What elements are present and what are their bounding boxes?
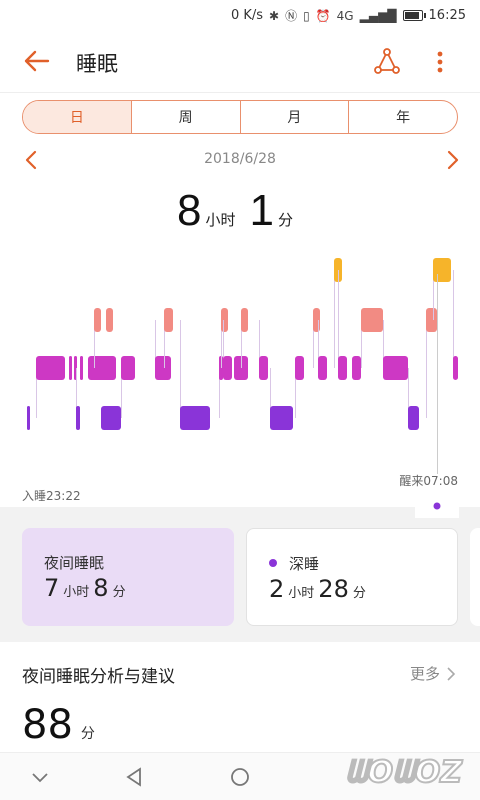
signal-icon: ▂▄▆█ [359, 8, 397, 23]
wake-time-label: 醒来07:08 [399, 474, 458, 488]
sleep-segment-light [120, 356, 136, 380]
stage-transition-line [453, 270, 455, 368]
status-right: 0 K/s ✱ Ⓝ ▯ ⏰ 4G ▂▄▆█ 16:25 [231, 7, 466, 24]
deep-sleep-value: 2 小时 28 分 [269, 575, 366, 603]
sleep-segment-light [87, 356, 116, 380]
nav-back-icon[interactable] [122, 765, 146, 789]
total-minutes-unit: 分 [277, 211, 293, 229]
tab-week[interactable]: 周 [132, 101, 241, 133]
nfc-icon: Ⓝ [285, 9, 298, 23]
total-minutes: 1 [249, 186, 274, 235]
sleep-segment-rem [220, 308, 228, 332]
vibrate-icon: ▯ [303, 8, 310, 23]
sleep-segment-light [317, 356, 327, 380]
wake-marker-line [437, 274, 438, 474]
share-nodes-icon[interactable] [370, 45, 404, 79]
sleep-segment-deep [26, 406, 30, 430]
period-tabs: 日 周 月 年 [22, 100, 458, 134]
sleep-segment-deep [270, 406, 294, 430]
watermark-logo: ᗯOᗯOZ [345, 754, 464, 791]
tab-year[interactable]: 年 [349, 101, 457, 133]
clock: 16:25 [428, 8, 466, 23]
sleep-segment-light [80, 356, 84, 380]
sleep-segment-rem [360, 308, 384, 332]
night-sleep-minutes: 8 [93, 574, 109, 602]
next-card-peek[interactable] [470, 528, 480, 626]
sleep-segment-light [351, 356, 361, 380]
sleep-segment-deep [76, 406, 80, 430]
bluetooth-icon: ✱ [269, 8, 280, 23]
sleep-segment-light [155, 356, 171, 380]
chart-pointer[interactable] [415, 490, 459, 518]
status-bar: 0 K/s ✱ Ⓝ ▯ ⏰ 4G ▂▄▆█ 16:25 [0, 0, 480, 32]
sleep-segment-deep [408, 406, 420, 430]
system-nav-bar: ᗯOᗯOZ [0, 752, 480, 800]
network-speed: 0 K/s [230, 8, 264, 23]
score-value: 88 [22, 702, 73, 748]
more-link-label: 更多 [409, 665, 440, 683]
night-sleep-value: 7 小时 8 分 [44, 574, 126, 602]
sleep-score: 88 分 [22, 702, 95, 748]
sleep-stage-chart[interactable] [20, 252, 460, 448]
sleep-segment-deep [180, 406, 210, 430]
deep-sleep-hours: 2 [269, 575, 285, 603]
score-unit: 分 [80, 726, 95, 742]
sleep-segment-rem [105, 308, 113, 332]
sleep-app-screen: 0 K/s ✱ Ⓝ ▯ ⏰ 4G ▂▄▆█ 16:25 睡眠 日 周 月 年 2… [0, 0, 480, 800]
total-hours-unit: 小时 [205, 211, 236, 229]
sleep-segment-light [259, 356, 269, 380]
sleep-segment-light [295, 356, 305, 380]
sleep-segment-light [223, 356, 233, 380]
night-sleep-minutes-unit: 分 [112, 585, 126, 600]
sleep-segment-light [453, 356, 458, 380]
total-sleep: 8 小时 1 分 [0, 186, 480, 236]
night-sleep-hours-unit: 小时 [63, 585, 90, 600]
battery-icon [402, 10, 426, 21]
signal-type: 4G [336, 8, 354, 23]
tab-month[interactable]: 月 [241, 101, 350, 133]
sleep-segment-rem [241, 308, 248, 332]
sleep-segment-light [338, 356, 348, 380]
sleep-segment-deep [101, 406, 121, 430]
app-header: 睡眠 [0, 32, 480, 90]
page-title: 睡眠 [76, 52, 118, 76]
sleep-segment-awake [432, 258, 451, 282]
night-sleep-card[interactable]: 夜间睡眠 7 小时 8 分 [22, 528, 234, 626]
night-sleep-title: 夜间睡眠 [44, 554, 105, 572]
sleep-segment-rem [94, 308, 102, 332]
more-vertical-icon[interactable] [426, 46, 454, 78]
chevron-right-icon[interactable] [440, 148, 464, 172]
analysis-title: 夜间睡眠分析与建议 [22, 667, 175, 687]
stage-transition-line [338, 270, 340, 368]
nav-home-icon[interactable] [228, 765, 252, 789]
svg-text:ᗯOᗯOZ: ᗯOᗯOZ [346, 755, 463, 790]
deep-sleep-minutes-unit: 分 [352, 586, 366, 601]
sleep-segment-light [383, 356, 409, 380]
night-sleep-hours: 7 [44, 574, 60, 602]
sleep-segment-light [68, 356, 72, 380]
deep-sleep-hours-unit: 小时 [288, 586, 315, 601]
alarm-icon: ⏰ [315, 8, 331, 23]
deep-sleep-minutes: 28 [318, 575, 349, 603]
current-date: 2018/6/28 [204, 151, 276, 167]
sleep-start-label: 入睡23:22 [22, 489, 81, 503]
stage-transition-line [333, 270, 335, 368]
nav-hide-icon[interactable] [28, 765, 52, 789]
chevron-right-small-icon [447, 666, 456, 681]
sleep-segment-light [35, 356, 65, 380]
deep-sleep-dot [269, 559, 277, 567]
sleep-segment-rem [313, 308, 321, 332]
sleep-segment-rem [164, 308, 174, 332]
header-divider [0, 92, 480, 93]
stage-transition-line [426, 320, 428, 418]
total-hours: 8 [177, 186, 202, 235]
sleep-segment-rem [426, 308, 438, 332]
deep-sleep-title: 深睡 [289, 555, 320, 573]
arrow-left-icon[interactable] [20, 44, 54, 78]
deep-sleep-card[interactable]: 深睡 2 小时 28 分 [246, 528, 458, 626]
tab-day[interactable]: 日 [23, 101, 132, 133]
stage-transition-line [180, 320, 182, 418]
more-link[interactable]: 更多 [410, 663, 456, 684]
